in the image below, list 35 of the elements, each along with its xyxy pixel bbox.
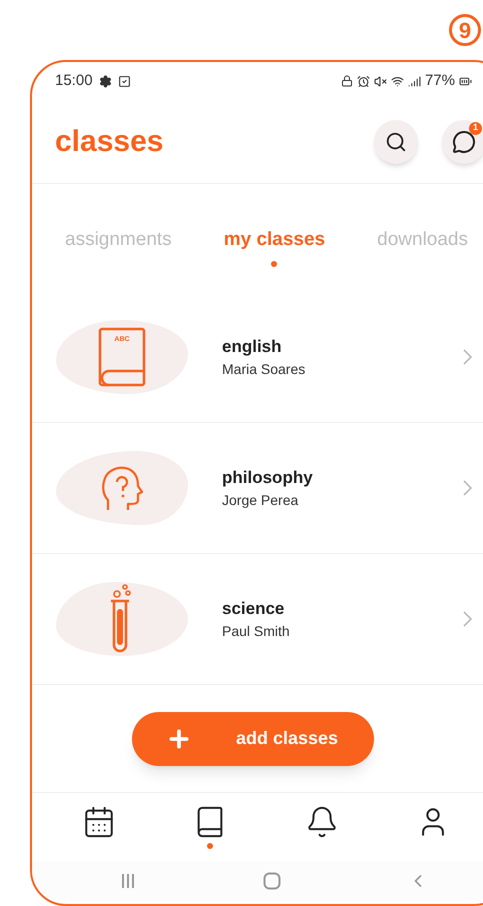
add-classes-button[interactable]: add classes: [132, 712, 374, 766]
notification-badge: 1: [469, 122, 482, 134]
head-question-icon: [100, 464, 144, 512]
battery-percent: 77%: [424, 70, 455, 91]
signal-icon: [408, 74, 421, 88]
wifi-icon: [390, 74, 404, 88]
chevron-right-icon: [463, 349, 472, 365]
class-name: science: [222, 598, 286, 620]
lock-icon: [340, 75, 353, 87]
alarm-icon: [356, 74, 370, 88]
teacher-name: Maria Soares: [222, 360, 306, 380]
teacher-name: Jorge Perea: [222, 491, 300, 510]
mute-icon: [374, 74, 387, 88]
teacher-name: Paul Smith: [222, 622, 291, 642]
chevron-right-icon: [463, 611, 472, 627]
settings-icon: [98, 74, 112, 88]
recent-apps-icon[interactable]: [120, 873, 136, 889]
tab[interactable]: downloads: [377, 226, 468, 254]
page-title: classes: [55, 124, 164, 160]
tab[interactable]: assignments: [65, 226, 172, 254]
search-icon: [385, 130, 407, 152]
tab[interactable]: my classes: [224, 226, 326, 254]
class-name: philosophy: [222, 466, 314, 489]
battery-icon: [459, 74, 472, 88]
chevron-right-icon: [463, 480, 472, 496]
home-icon[interactable]: [263, 872, 281, 890]
status-time: 15:00: [55, 70, 93, 91]
checkbox-icon: [118, 74, 131, 88]
class-name: english: [222, 336, 283, 358]
chat-icon: [452, 130, 476, 154]
search-button[interactable]: [374, 120, 418, 164]
chat-button[interactable]: 1: [442, 120, 483, 164]
annotation-badge: 9: [449, 14, 481, 46]
class-row[interactable]: science Paul Smith: [32, 554, 483, 685]
class-row[interactable]: philosophy Jorge Perea: [32, 423, 483, 554]
